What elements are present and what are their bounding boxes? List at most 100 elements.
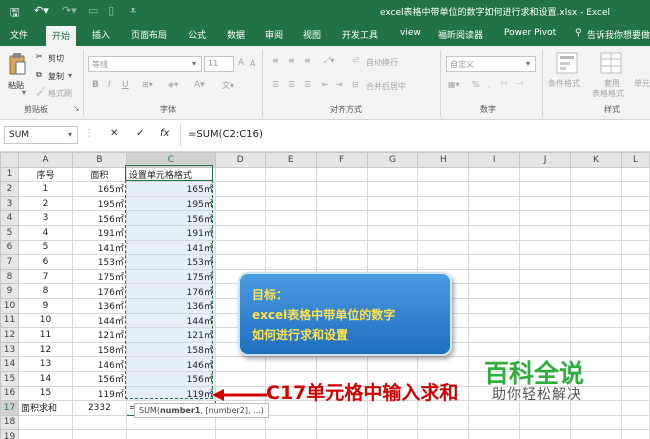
currency-icon[interactable]: ▦▾ [448,80,460,89]
scissors-icon[interactable]: ✂ [36,52,43,61]
empty-cell[interactable] [620,327,650,343]
empty-cell[interactable] [620,239,650,256]
empty-cell[interactable] [570,166,622,183]
formatted-area-cell[interactable]: 156㎡ [125,370,216,387]
font-color-icon[interactable]: A▾ [194,80,205,90]
empty-cell[interactable] [71,414,127,431]
empty-cell[interactable] [620,283,650,299]
serial-cell[interactable]: 15 [17,385,73,402]
row-header[interactable]: 6 [0,239,19,256]
tab-insert[interactable]: 插入 [92,28,110,41]
formatted-area-cell[interactable]: 146㎡ [125,356,216,372]
column-header[interactable]: K [570,152,622,168]
empty-cell[interactable] [214,224,266,241]
align-left-icon[interactable]: ☰ [272,80,279,89]
area-cell[interactable]: 153㎡ [71,254,127,270]
name-box[interactable]: SUM [4,126,78,144]
empty-cell[interactable] [214,181,266,197]
empty-cell[interactable] [570,297,622,314]
border-icon[interactable]: ⊞▾ [142,80,153,89]
empty-cell[interactable] [264,239,317,256]
phonetic-icon[interactable]: 文▾ [222,80,234,91]
area-cell[interactable]: 119㎡ [71,385,127,402]
empty-cell[interactable] [264,195,317,212]
area-cell[interactable]: 136㎡ [71,297,127,314]
empty-cell[interactable] [468,181,521,197]
row-header[interactable]: 18 [0,414,19,431]
formatted-area-cell[interactable]: 136㎡ [125,297,216,314]
empty-cell[interactable] [366,356,419,372]
tab-data[interactable]: 数据 [227,28,245,41]
merge-center-button[interactable]: 合并后居中 [366,81,406,92]
formatted-area-cell[interactable]: 121㎡ [125,327,216,343]
grow-font-icon[interactable]: A [238,58,244,68]
splitter-icon[interactable]: ⋮ [84,128,94,139]
empty-cell[interactable] [468,166,521,183]
tab-power-pivot[interactable]: Power Pivot [504,28,556,38]
empty-cell[interactable] [570,283,622,299]
row-header[interactable]: 16 [0,385,19,402]
empty-cell[interactable] [468,239,521,256]
serial-cell[interactable]: 7 [17,268,73,285]
align-bottom-icon[interactable]: ≡ [304,56,311,65]
empty-cell[interactable] [315,239,368,256]
empty-cell[interactable] [620,195,650,212]
tell-me-search[interactable]: 告诉我你想要做什么 [587,28,650,41]
empty-cell[interactable] [214,356,266,372]
empty-cell[interactable] [315,356,368,372]
increase-indent-icon[interactable]: ⇥ [336,80,343,89]
empty-cell[interactable] [519,210,572,226]
cell-b17[interactable]: 2332 [71,400,127,416]
formatted-area-cell[interactable]: 175㎡ [125,268,216,285]
empty-cell[interactable] [417,429,470,439]
empty-cell[interactable] [264,414,317,431]
row-header[interactable]: 14 [0,356,19,372]
decrease-indent-icon[interactable]: ⇤ [322,80,329,89]
empty-cell[interactable] [214,429,266,439]
empty-cell[interactable] [620,414,650,431]
serial-cell[interactable]: 13 [17,356,73,372]
empty-cell[interactable] [264,166,317,183]
row-header[interactable]: 12 [0,327,19,343]
cell-a17[interactable]: 面积求和 [17,400,73,416]
area-cell[interactable]: 191㎡ [71,224,127,241]
formula-input[interactable]: =SUM(C2:C16) [188,129,263,140]
cell-a1[interactable]: 序号 [17,166,73,183]
column-header[interactable]: I [468,152,521,168]
empty-cell[interactable] [468,195,521,212]
conditional-format-button[interactable]: 条件格式 [548,78,580,89]
tab-file[interactable]: 文件 [10,28,28,41]
area-cell[interactable]: 176㎡ [71,283,127,299]
select-all-corner[interactable] [0,152,19,168]
cell-c1[interactable]: 设置单元格格式 [125,166,216,183]
row-header[interactable]: 5 [0,224,19,241]
empty-cell[interactable] [620,181,650,197]
tab-view[interactable]: 视图 [303,28,321,41]
tooltip-arg-current[interactable]: number1 [160,406,200,415]
row-header[interactable]: 7 [0,254,19,270]
column-header[interactable]: H [417,152,470,168]
serial-cell[interactable]: 1 [17,181,73,197]
percent-icon[interactable]: % [472,80,480,89]
empty-cell[interactable] [620,341,650,358]
font-size-select[interactable]: 11 [204,56,234,72]
empty-cell[interactable] [519,327,572,343]
row-header[interactable]: 17 [0,400,19,416]
format-painter-button[interactable]: 格式刷 [48,88,72,99]
decrease-decimal-icon[interactable]: ⁻⁰ [516,80,523,89]
empty-cell[interactable] [570,414,622,431]
empty-cell[interactable] [468,210,521,226]
customize-qat-icon[interactable]: ⩡ [130,4,136,18]
serial-cell[interactable]: 2 [17,195,73,212]
formatted-area-cell[interactable]: 156㎡ [125,210,216,226]
column-header[interactable]: L [620,152,650,168]
tab-view-addin[interactable]: view [400,28,421,38]
empty-cell[interactable] [519,239,572,256]
row-header[interactable]: 19 [0,429,19,439]
area-cell[interactable]: 156㎡ [71,370,127,387]
comma-icon[interactable]: , [488,80,491,89]
empty-cell[interactable] [366,239,419,256]
wrap-text-icon[interactable]: ⏎ [352,56,359,65]
conditional-format-icon[interactable] [556,52,578,74]
empty-cell[interactable] [214,254,266,270]
